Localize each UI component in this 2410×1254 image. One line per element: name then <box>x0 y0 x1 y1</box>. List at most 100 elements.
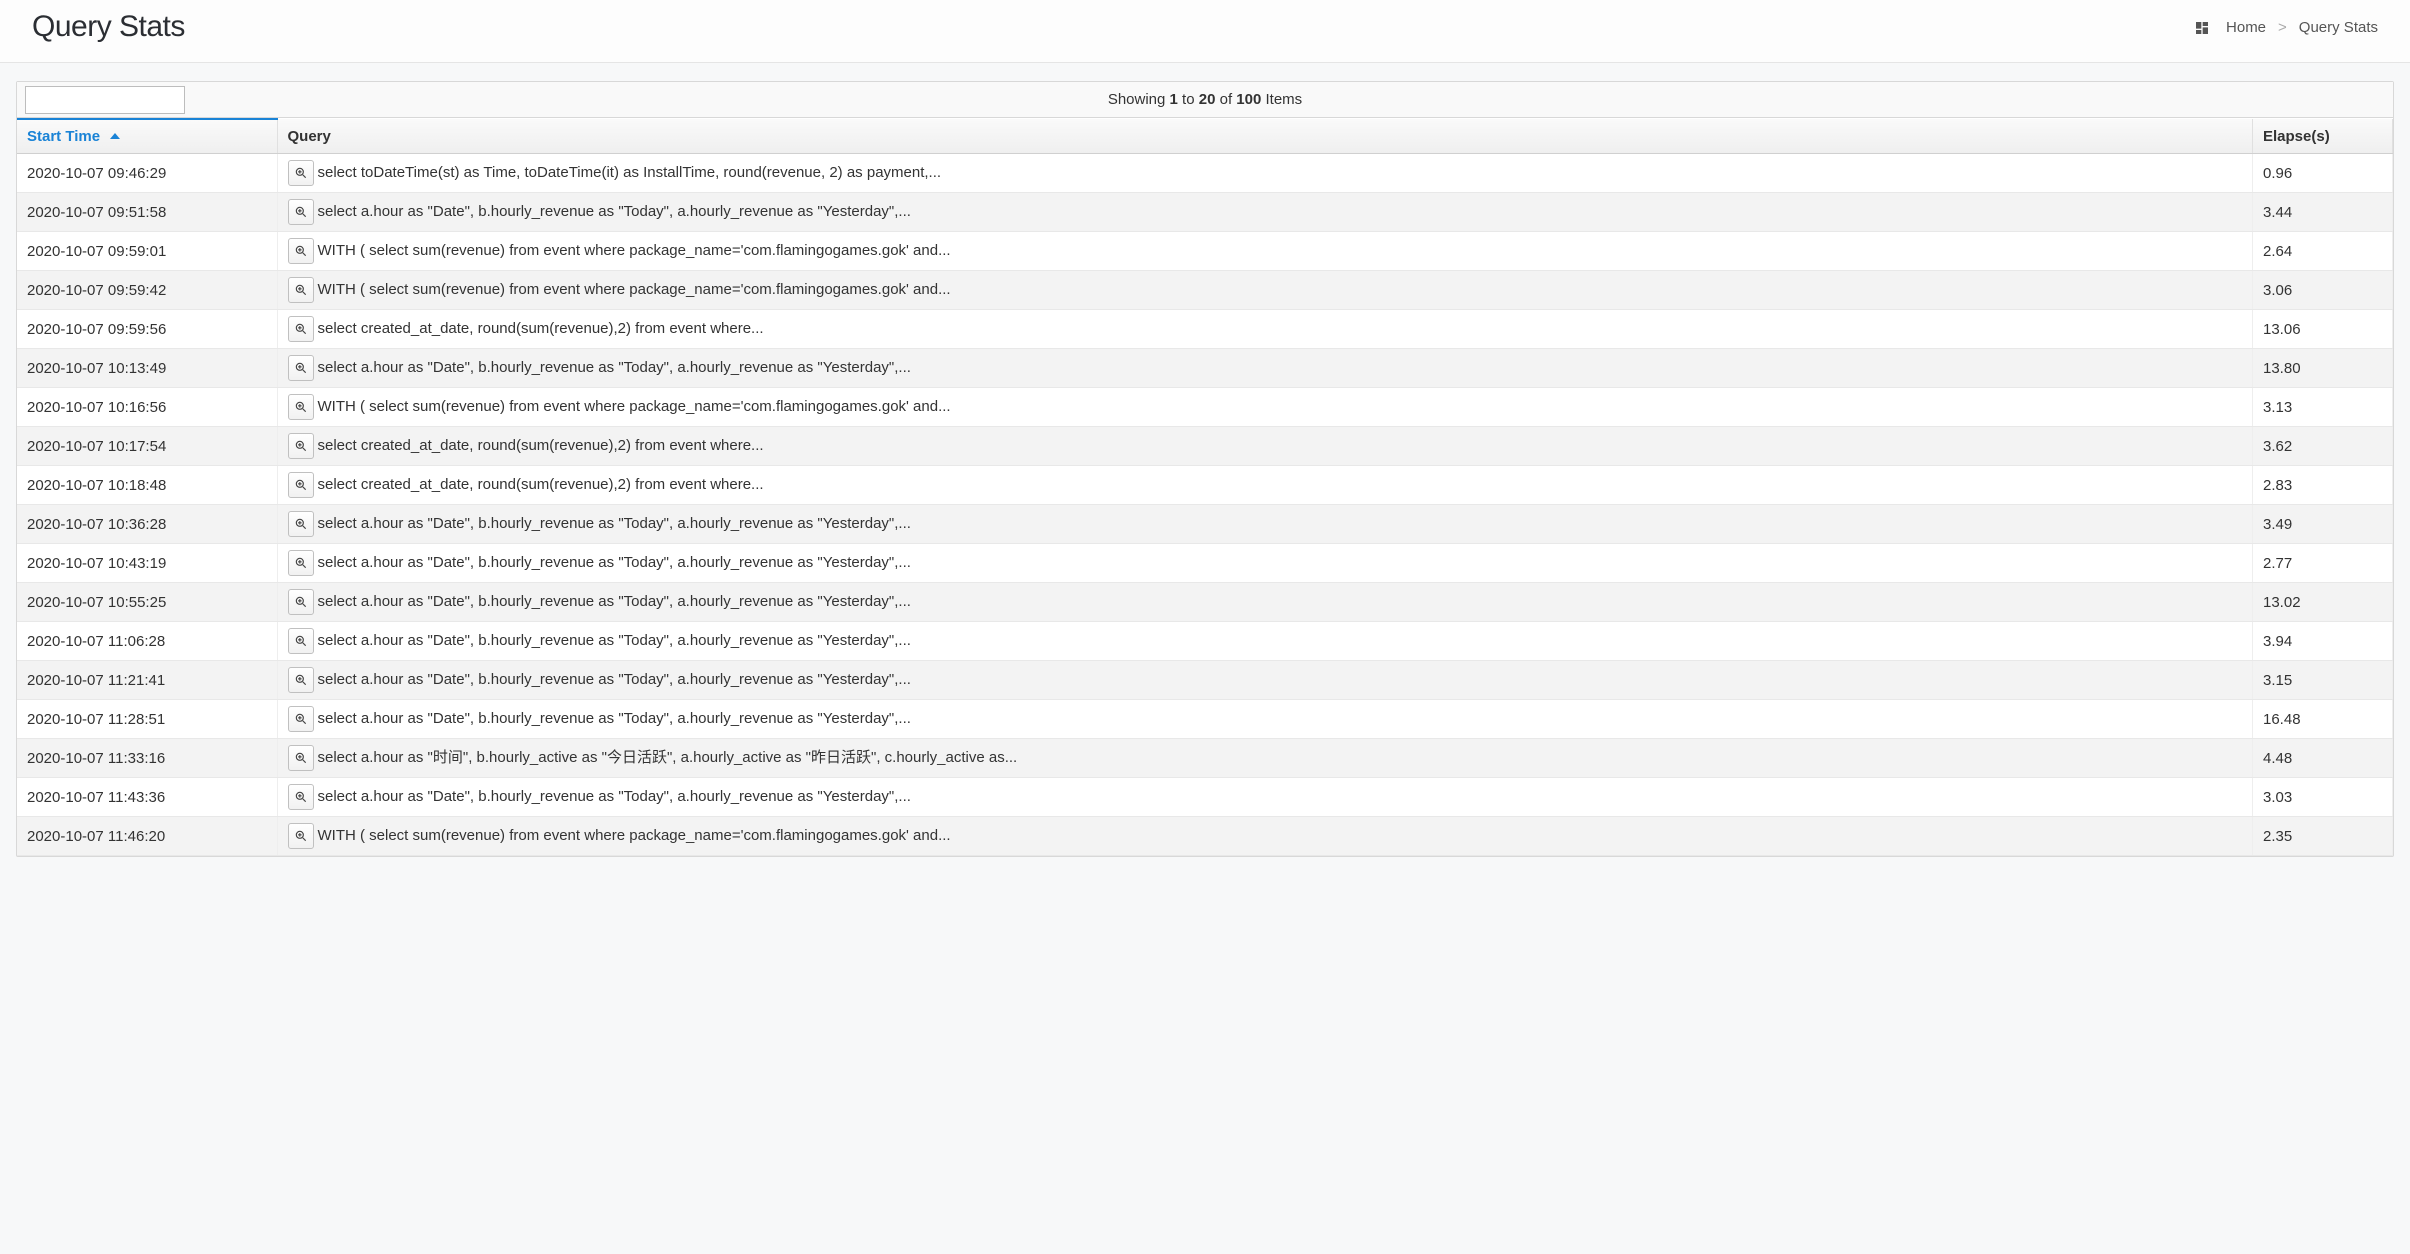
cell-elapse: 2.35 <box>2253 817 2393 856</box>
page-title: Query Stats <box>32 10 185 44</box>
pager-word-items: Items <box>1265 91 1302 108</box>
zoom-in-icon[interactable] <box>288 199 314 225</box>
zoom-in-icon[interactable] <box>288 394 314 420</box>
pager-word-showing: Showing <box>1108 91 1166 108</box>
cell-elapse: 3.13 <box>2253 388 2393 427</box>
cell-query: select created_at_date, round(sum(revenu… <box>277 310 2253 349</box>
grid-search-input[interactable] <box>25 86 185 114</box>
query-text: select a.hour as "Date", b.hourly_revenu… <box>318 632 911 649</box>
cell-start-time: 2020-10-07 09:59:56 <box>17 310 277 349</box>
table-row[interactable]: 2020-10-07 10:16:56 WITH ( select sum(rev… <box>17 388 2393 427</box>
query-text: select a.hour as "Date", b.hourly_revenu… <box>318 515 911 532</box>
query-text: select created_at_date, round(sum(revenu… <box>318 320 764 337</box>
cell-elapse: 16.48 <box>2253 700 2393 739</box>
cell-query: select a.hour as "时间", b.hourly_active a… <box>277 739 2253 778</box>
cell-elapse: 3.15 <box>2253 661 2393 700</box>
cell-elapse: 13.80 <box>2253 349 2393 388</box>
table-row[interactable]: 2020-10-07 09:59:42 WITH ( select sum(rev… <box>17 271 2393 310</box>
cell-elapse: 13.02 <box>2253 583 2393 622</box>
table-row[interactable]: 2020-10-07 09:59:01WITH ( select sum(rev… <box>17 232 2393 271</box>
zoom-in-icon[interactable] <box>288 433 314 459</box>
query-text: select a.hour as "Date", b.hourly_revenu… <box>318 710 911 727</box>
cell-start-time: 2020-10-07 11:33:16 <box>17 739 277 778</box>
cell-query: select created_at_date, round(sum(revenu… <box>277 427 2253 466</box>
cell-query: select toDateTime(st) as Time, toDateTim… <box>277 154 2253 193</box>
table-row[interactable]: 2020-10-07 11:33:16select a.hour as "时间"… <box>17 739 2393 778</box>
table-row[interactable]: 2020-10-07 11:06:28 select a.hour as "Dat… <box>17 622 2393 661</box>
query-text: WITH ( select sum(revenue) from event wh… <box>318 242 951 259</box>
table-row[interactable]: 2020-10-07 09:51:58select a.hour as "Dat… <box>17 193 2393 232</box>
col-elapse[interactable]: Elapse(s) <box>2253 119 2393 154</box>
table-row[interactable]: 2020-10-07 09:46:29select toDateTime(st)… <box>17 154 2393 193</box>
zoom-in-icon[interactable] <box>288 277 314 303</box>
zoom-in-icon[interactable] <box>288 550 314 576</box>
pager-to: 20 <box>1199 91 1216 108</box>
cell-elapse: 4.48 <box>2253 739 2393 778</box>
zoom-in-icon[interactable] <box>288 355 314 381</box>
cell-query: WITH ( select sum(revenue) from event wh… <box>277 817 2253 856</box>
query-stats-panel: Showing 1 to 20 of 100 Items Start Time … <box>16 81 2394 857</box>
cell-query: select a.hour as "Date", b.hourly_revenu… <box>277 778 2253 817</box>
cell-start-time: 2020-10-07 11:46:20 <box>17 817 277 856</box>
cell-query: select a.hour as "Date", b.hourly_revenu… <box>277 622 2253 661</box>
table-row[interactable]: 2020-10-07 10:36:28select a.hour as "Dat… <box>17 505 2393 544</box>
dashboard-icon <box>2194 20 2210 34</box>
breadcrumb-home[interactable]: Home <box>2226 19 2266 36</box>
pager-from: 1 <box>1170 91 1178 108</box>
table-row[interactable]: 2020-10-07 10:18:48select created_at_dat… <box>17 466 2393 505</box>
cell-start-time: 2020-10-07 10:16:56 <box>17 388 277 427</box>
table-row[interactable]: 2020-10-07 11:21:41select a.hour as "Dat… <box>17 661 2393 700</box>
zoom-in-icon[interactable] <box>288 160 314 186</box>
zoom-in-icon[interactable] <box>288 472 314 498</box>
zoom-in-icon[interactable] <box>288 589 314 615</box>
cell-start-time: 2020-10-07 10:17:54 <box>17 427 277 466</box>
table-row[interactable]: 2020-10-07 10:55:25select a.hour as "Dat… <box>17 583 2393 622</box>
table-row[interactable]: 2020-10-07 10:13:49select a.hour as "Dat… <box>17 349 2393 388</box>
cell-elapse: 3.94 <box>2253 622 2393 661</box>
zoom-in-icon[interactable] <box>288 823 314 849</box>
table-row[interactable]: 2020-10-07 09:59:56 select created_at_dat… <box>17 310 2393 349</box>
cell-query: select a.hour as "Date", b.hourly_revenu… <box>277 583 2253 622</box>
cell-query: select a.hour as "Date", b.hourly_revenu… <box>277 544 2253 583</box>
cell-elapse: 2.77 <box>2253 544 2393 583</box>
breadcrumb-sep: > <box>2278 19 2287 36</box>
query-text: WITH ( select sum(revenue) from event wh… <box>318 398 951 415</box>
cell-elapse: 3.62 <box>2253 427 2393 466</box>
table-row[interactable]: 2020-10-07 11:43:36select a.hour as "Dat… <box>17 778 2393 817</box>
query-text: select a.hour as "Date", b.hourly_revenu… <box>318 554 911 571</box>
cell-query: select a.hour as "Date", b.hourly_revenu… <box>277 505 2253 544</box>
zoom-in-icon[interactable] <box>288 784 314 810</box>
zoom-in-icon[interactable] <box>288 667 314 693</box>
zoom-in-icon[interactable] <box>288 745 314 771</box>
table-row[interactable]: 2020-10-07 10:43:19select a.hour as "Dat… <box>17 544 2393 583</box>
zoom-in-icon[interactable] <box>288 316 314 342</box>
zoom-in-icon[interactable] <box>288 628 314 654</box>
sort-asc-icon <box>110 133 120 139</box>
zoom-in-icon[interactable] <box>288 706 314 732</box>
table-body: 2020-10-07 09:46:29select toDateTime(st)… <box>17 154 2393 856</box>
cell-elapse: 2.64 <box>2253 232 2393 271</box>
cell-start-time: 2020-10-07 09:59:42 <box>17 271 277 310</box>
cell-start-time: 2020-10-07 11:06:28 <box>17 622 277 661</box>
col-start-time[interactable]: Start Time <box>17 119 277 154</box>
query-text: select created_at_date, round(sum(revenu… <box>318 476 764 493</box>
query-table: Start Time Query Elapse(s) 2020-10-07 09… <box>17 118 2393 856</box>
breadcrumb-current: Query Stats <box>2299 19 2378 36</box>
col-query[interactable]: Query <box>277 119 2253 154</box>
zoom-in-icon[interactable] <box>288 238 314 264</box>
grid-toolbar: Showing 1 to 20 of 100 Items <box>17 82 2393 118</box>
cell-query: WITH ( select sum(revenue) from event wh… <box>277 232 2253 271</box>
table-row[interactable]: 2020-10-07 11:28:51 select a.hour as "Dat… <box>17 700 2393 739</box>
breadcrumb: Home > Query Stats <box>2194 19 2378 36</box>
query-text: WITH ( select sum(revenue) from event wh… <box>318 281 951 298</box>
cell-elapse: 0.96 <box>2253 154 2393 193</box>
cell-start-time: 2020-10-07 09:46:29 <box>17 154 277 193</box>
table-row[interactable]: 2020-10-07 11:46:20WITH ( select sum(rev… <box>17 817 2393 856</box>
cell-query: select created_at_date, round(sum(revenu… <box>277 466 2253 505</box>
cell-elapse: 2.83 <box>2253 466 2393 505</box>
cell-start-time: 2020-10-07 11:28:51 <box>17 700 277 739</box>
cell-elapse: 3.06 <box>2253 271 2393 310</box>
table-row[interactable]: 2020-10-07 10:17:54select created_at_dat… <box>17 427 2393 466</box>
cell-start-time: 2020-10-07 11:43:36 <box>17 778 277 817</box>
zoom-in-icon[interactable] <box>288 511 314 537</box>
